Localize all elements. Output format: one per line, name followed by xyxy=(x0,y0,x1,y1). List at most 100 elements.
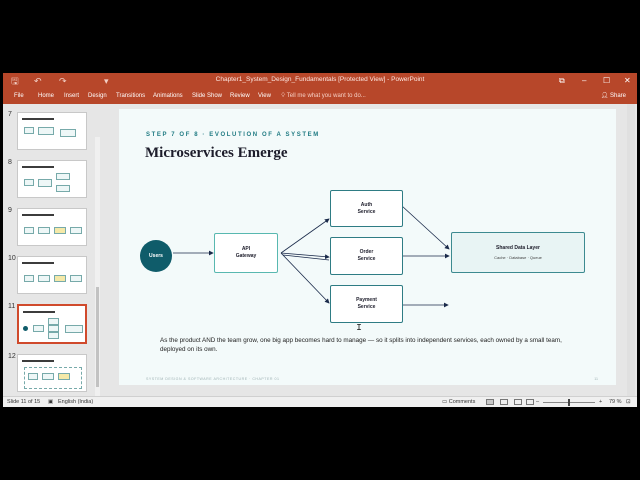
thumb-number: 10 xyxy=(8,255,16,262)
thumb-shape xyxy=(60,129,76,137)
slide-thumbnail-12[interactable] xyxy=(17,354,87,392)
slide-page-number: 11 xyxy=(594,377,598,381)
tab-file[interactable]: File xyxy=(14,93,24,99)
slide-thumbnail-9[interactable] xyxy=(17,208,87,246)
tab-insert[interactable]: Insert xyxy=(64,93,79,99)
order-service-node[interactable]: Order Service xyxy=(330,237,403,275)
thumb-shape xyxy=(33,325,44,332)
thumb-shape xyxy=(54,275,66,282)
spellcheck-icon[interactable]: ▣ xyxy=(48,399,53,405)
thumb-number: 9 xyxy=(8,207,12,214)
thumb-shape xyxy=(48,318,59,325)
thumb-shape xyxy=(70,227,82,234)
slide-editor: STEP 7 OF 8 · EVOLUTION OF A SYSTEM Micr… xyxy=(101,104,637,396)
thumb-shape xyxy=(70,275,82,282)
users-label: Users xyxy=(149,252,163,259)
slide-show-button[interactable] xyxy=(526,399,534,405)
reading-view-button[interactable] xyxy=(514,399,522,405)
slide-thumbnail-pane: 7 8 9 10 11 12 xyxy=(3,104,101,407)
tell-me-search[interactable]: 💡︎ Tell me what you want to do... xyxy=(281,93,366,100)
person-icon: 👤︎ xyxy=(600,93,609,99)
slide-thumbnail-11[interactable] xyxy=(17,304,87,344)
zoom-out-button[interactable]: – xyxy=(536,399,539,405)
powerpoint-window: 🖫 ↶ ↷ ▾ Chapter1_System_Design_Fundament… xyxy=(3,73,637,407)
thumb-shape xyxy=(56,185,70,192)
tab-view[interactable]: View xyxy=(258,93,271,99)
zoom-in-button[interactable]: + xyxy=(599,399,602,405)
slide-description: As the product AND the team grow, one bi… xyxy=(160,337,562,353)
thumb-shape xyxy=(38,127,54,135)
thumb-title-line xyxy=(23,311,55,313)
tab-slide-show[interactable]: Slide Show xyxy=(192,93,222,99)
payment-label-1: Payment xyxy=(356,297,377,303)
thumb-shape xyxy=(38,227,50,234)
slide-footer: SYSTEM DESIGN & SOFTWARE ARCHITECTURE · … xyxy=(146,377,280,381)
tell-me-text: Tell me what you want to do... xyxy=(286,93,366,99)
thumb-shape xyxy=(38,275,50,282)
auth-service-node[interactable]: Auth Service xyxy=(330,190,403,227)
shared-title: Shared Data Layer xyxy=(496,244,540,251)
share-label: Share xyxy=(609,93,626,99)
tab-home[interactable]: Home xyxy=(38,93,54,99)
slide-thumbnail-10[interactable] xyxy=(17,256,87,294)
fit-slide-icon[interactable]: ⊡ xyxy=(626,399,631,405)
thumb-shape xyxy=(58,373,70,380)
thumbnail-scrollbar[interactable] xyxy=(95,137,100,407)
api-gateway-node[interactable]: API Gateway xyxy=(214,233,278,273)
slide-thumbnail-7[interactable] xyxy=(17,112,87,150)
close-button[interactable]: ✕ xyxy=(624,75,631,87)
comments-button[interactable]: ▭ Comments xyxy=(442,399,475,405)
thumb-shape xyxy=(28,373,38,380)
thumb-shape xyxy=(48,325,59,332)
payment-service-node[interactable]: Payment Service xyxy=(330,285,403,323)
thumb-title-line xyxy=(22,262,54,264)
ribbon-tabs: File Home Insert Design Transitions Anim… xyxy=(3,89,637,104)
tab-animations[interactable]: Animations xyxy=(153,93,183,99)
order-label-2: Service xyxy=(357,256,376,262)
thumb-number: 12 xyxy=(8,353,16,360)
normal-view-button[interactable] xyxy=(486,399,494,405)
thumb-shape xyxy=(24,127,34,134)
thumb-number: 11 xyxy=(8,303,16,310)
text-cursor-icon: Ｉ xyxy=(355,323,363,332)
thumb-title-line xyxy=(22,118,54,120)
auth-label-2: Service xyxy=(357,208,376,215)
tab-design[interactable]: Design xyxy=(88,93,107,99)
thumb-number: 8 xyxy=(8,159,12,166)
thumb-title-line xyxy=(22,360,54,362)
slide-sorter-button[interactable] xyxy=(500,399,508,405)
thumb-shape xyxy=(24,275,34,282)
minimize-button[interactable]: – xyxy=(582,75,586,87)
slide-thumbnail-8[interactable] xyxy=(17,160,87,198)
tab-transitions[interactable]: Transitions xyxy=(116,93,145,99)
comment-icon: ▭ xyxy=(442,399,448,405)
comments-label: Comments xyxy=(448,399,476,405)
zoom-level[interactable]: 79 % xyxy=(609,399,622,405)
ribbon-display-icon[interactable]: ⧉ xyxy=(559,75,565,87)
thumb-shape xyxy=(42,373,54,380)
payment-label-2: Service xyxy=(357,304,376,310)
users-node[interactable]: Users xyxy=(140,240,172,272)
tab-review[interactable]: Review xyxy=(230,93,250,99)
thumb-shape xyxy=(23,326,28,331)
thumb-shape xyxy=(54,227,66,234)
thumb-title-line xyxy=(22,214,54,216)
share-button[interactable]: 👤︎ Share xyxy=(598,91,629,100)
thumb-shape xyxy=(24,179,34,186)
title-bar: 🖫 ↶ ↷ ▾ Chapter1_System_Design_Fundament… xyxy=(3,73,637,89)
shared-subtitle: Cache · Database · Queue xyxy=(494,254,542,260)
slide-canvas[interactable]: STEP 7 OF 8 · EVOLUTION OF A SYSTEM Micr… xyxy=(119,109,616,385)
thumb-shape xyxy=(56,173,70,180)
scrollbar-thumb[interactable] xyxy=(96,287,99,387)
thumb-title-line xyxy=(22,166,54,168)
lightbulb-icon: 💡︎ xyxy=(281,93,286,99)
language-indicator[interactable]: English (India) xyxy=(58,399,93,405)
maximize-button[interactable]: ☐ xyxy=(603,75,610,87)
api-label-2: Gateway xyxy=(235,253,257,259)
zoom-slider-thumb[interactable] xyxy=(568,399,570,406)
thumb-shape xyxy=(38,179,52,187)
editor-scrollbar[interactable] xyxy=(627,104,635,396)
slide-counter: Slide 11 of 15 xyxy=(7,399,41,405)
status-bar: Slide 11 of 15 ▣ English (India) ▭ Comme… xyxy=(3,396,637,407)
shared-data-layer-node[interactable]: Shared Data Layer Cache · Database · Que… xyxy=(451,232,585,273)
